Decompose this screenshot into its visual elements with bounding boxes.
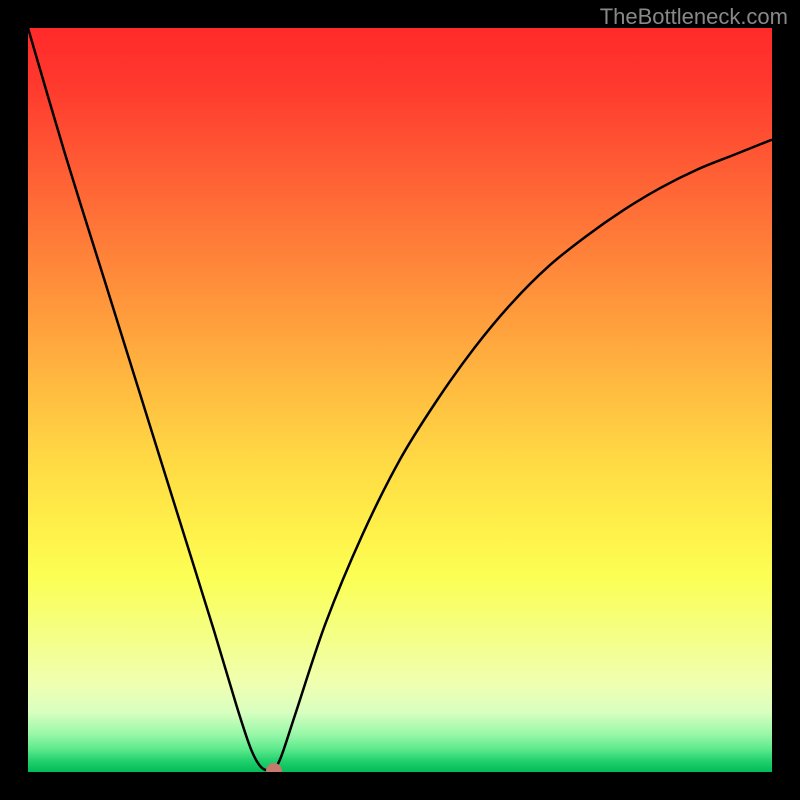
optimal-point-marker: [266, 763, 282, 773]
watermark-text: TheBottleneck.com: [600, 4, 788, 30]
plot-area: [28, 28, 772, 772]
bottleneck-curve: [28, 28, 772, 772]
